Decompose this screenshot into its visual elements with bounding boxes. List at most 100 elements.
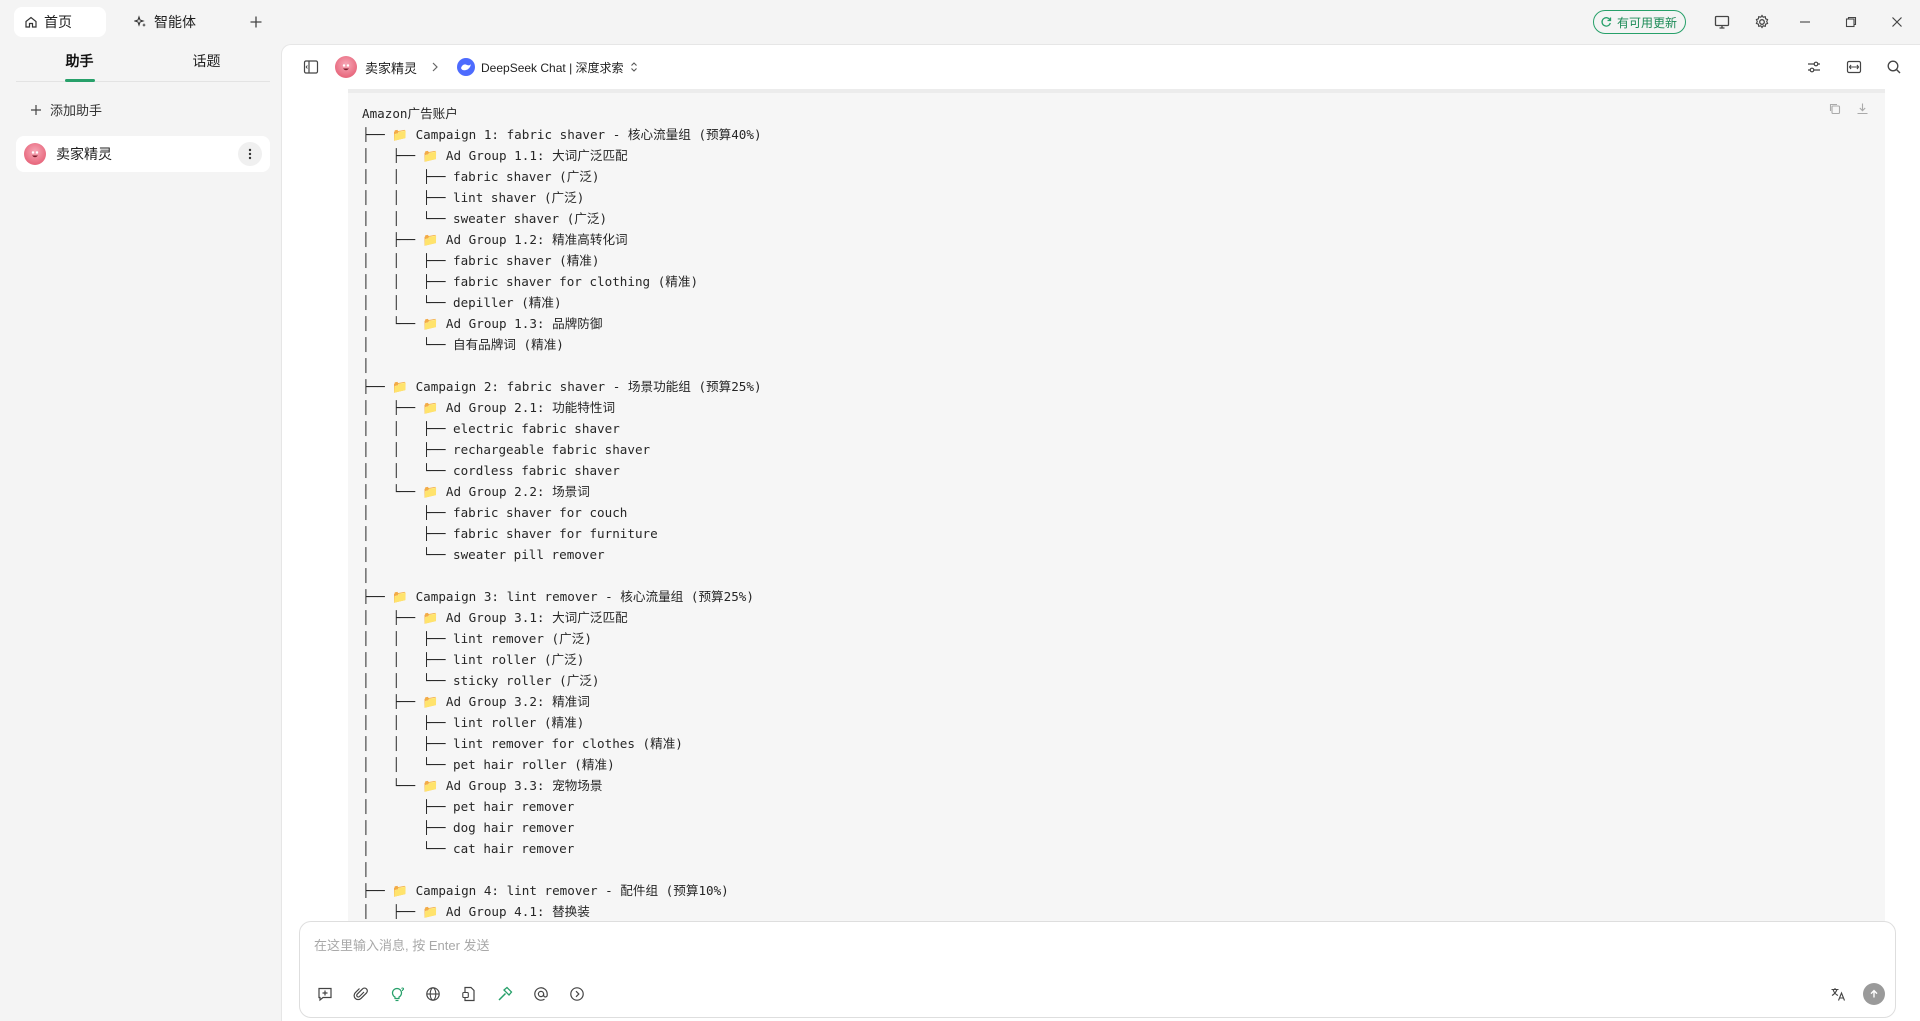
code-line: │ ├── 📁 Ad Group 2.1: 功能特性词 [362, 400, 616, 415]
add-assistant-label: 添加助手 [50, 103, 103, 118]
restore-icon [1845, 16, 1857, 28]
model-selector[interactable]: DeepSeek Chat | 深度求索 [457, 58, 638, 76]
file-icon [461, 986, 477, 1002]
code-line: │ [362, 358, 370, 373]
message-input[interactable] [314, 938, 1874, 953]
code-line: │ ├── fabric shaver for couch [362, 505, 628, 520]
code-line: │ └── 自有品牌词 (精准) [362, 337, 564, 352]
code-line: ├── 📁 Campaign 2: fabric shaver - 场景功能组 … [362, 379, 762, 394]
new-topic-button[interactable] [310, 979, 340, 1009]
code-line: ├── 📁 Campaign 4: lint remover - 配件组 (预算… [362, 883, 729, 898]
gear-icon [1754, 14, 1770, 30]
code-line: │ │ └── sweater shaver (广泛) [362, 211, 608, 226]
code-line: │ │ ├── lint remover (广泛) [362, 631, 592, 646]
minimize-button[interactable] [1782, 0, 1828, 44]
code-line: ├── 📁 Campaign 1: fabric shaver - 核心流量组 … [362, 127, 762, 142]
code-line: │ ├── 📁 Ad Group 3.1: 大词广泛匹配 [362, 610, 628, 625]
code-line: │ ├── 📁 Ad Group 1.1: 大词广泛匹配 [362, 148, 628, 163]
code-line: │ │ ├── lint shaver (广泛) [362, 190, 585, 205]
assistant-title[interactable]: 卖家精灵 [365, 58, 417, 77]
expand-button[interactable] [1840, 53, 1868, 81]
tab-agents[interactable]: 智能体 [124, 7, 208, 37]
translate-icon [1830, 986, 1846, 1002]
code-line: │ └── cat hair remover [362, 841, 575, 856]
attach-button[interactable] [346, 979, 376, 1009]
assistant-name: 卖家精灵 [56, 146, 112, 162]
code-line: │ [362, 568, 370, 583]
avatar [24, 143, 46, 165]
monitor-icon [1714, 14, 1730, 30]
code-line: │ └── 📁 Ad Group 3.3: 宠物场景 [362, 778, 603, 793]
tab-assistants[interactable]: 助手 [16, 44, 143, 82]
code-line: │ ├── 📁 Ad Group 3.2: 精准词 [362, 694, 590, 709]
restore-button[interactable] [1828, 0, 1874, 44]
code-line: ├── 📁 Campaign 3: lint remover - 核心流量组 (… [362, 589, 754, 604]
tab-home[interactable]: 首页 [14, 7, 106, 37]
close-button[interactable] [1874, 0, 1920, 44]
toggle-sidebar-button[interactable] [297, 53, 325, 81]
paperclip-icon [353, 986, 369, 1002]
title-bar: 首页 智能体 有可用更新 [0, 0, 1920, 44]
chat-settings-button[interactable] [1800, 53, 1828, 81]
code-line: │ │ ├── fabric shaver (广泛) [362, 169, 600, 184]
chat-header: 卖家精灵 DeepSeek Chat | 深度求索 [282, 45, 1920, 89]
more-tools-button[interactable] [562, 979, 592, 1009]
new-tab-button[interactable] [242, 8, 270, 36]
monitor-button[interactable] [1702, 0, 1742, 44]
code-block-actions [1825, 99, 1871, 117]
more-vertical-icon [248, 148, 252, 160]
composer-toolbar [310, 979, 592, 1009]
globe-icon [425, 986, 441, 1002]
copy-code-button[interactable] [1825, 99, 1843, 117]
chevron-circle-right-icon [569, 986, 585, 1002]
reasoning-button[interactable] [382, 979, 412, 1009]
knowledge-base-button[interactable] [454, 979, 484, 1009]
code-line: │ ├── 📁 Ad Group 4.1: 替换装 [362, 904, 590, 919]
close-icon [1891, 16, 1903, 28]
assistant-item[interactable]: 卖家精灵 [16, 136, 270, 172]
web-search-button[interactable] [418, 979, 448, 1009]
expand-icon [1846, 59, 1862, 75]
download-icon [1853, 99, 1871, 117]
chevron-updown-icon [630, 61, 638, 73]
code-block: Amazon广告账户 ├── 📁 Campaign 1: fabric shave… [348, 89, 1885, 965]
code-line: │ │ └── depiller (精准) [362, 295, 562, 310]
mention-button[interactable] [526, 979, 556, 1009]
message-composer [299, 921, 1896, 1018]
copy-icon [1825, 99, 1843, 117]
code-line: │ └── 📁 Ad Group 1.3: 品牌防御 [362, 316, 603, 331]
tab-home-label: 首页 [44, 14, 72, 30]
download-code-button[interactable] [1853, 99, 1871, 117]
breadcrumb: 卖家精灵 [335, 56, 439, 78]
tab-agents-label: 智能体 [154, 14, 196, 30]
send-button[interactable] [1863, 983, 1885, 1005]
update-label: 有可用更新 [1616, 15, 1677, 30]
plus-icon [30, 104, 42, 116]
tab-topics[interactable]: 话题 [143, 44, 270, 81]
new-chat-icon [317, 986, 333, 1002]
mcp-tools-button[interactable] [490, 979, 520, 1009]
code-line: │ └── sweater pill remover [362, 547, 605, 562]
sidebar-tabs: 助手 话题 [16, 44, 270, 82]
code-line: │ │ ├── fabric shaver (精准) [362, 253, 600, 268]
search-icon [1886, 59, 1902, 75]
code-line: │ │ ├── electric fabric shaver [362, 421, 620, 436]
update-available-button[interactable]: 有可用更新 [1592, 10, 1686, 34]
code-line: │ ├── 📁 Ad Group 1.2: 精准高转化词 [362, 232, 628, 247]
code-line: │ ├── pet hair remover [362, 799, 575, 814]
code-line: │ │ ├── lint roller (广泛) [362, 652, 585, 667]
assistant-more-button[interactable] [238, 142, 262, 166]
chevron-right-icon [431, 62, 439, 72]
code-line: │ │ ├── lint remover for clothes (精准) [362, 736, 683, 751]
sliders-icon [1806, 59, 1822, 75]
plus-icon [249, 15, 263, 29]
code-line: │ [362, 862, 370, 877]
avatar [335, 56, 357, 78]
code-line: Amazon广告账户 [362, 106, 458, 121]
settings-button[interactable] [1742, 0, 1782, 44]
translate-button[interactable] [1823, 979, 1853, 1009]
code-line: │ └── 📁 Ad Group 2.2: 场景词 [362, 484, 590, 499]
search-button[interactable] [1880, 53, 1908, 81]
add-assistant-button[interactable]: 添加助手 [30, 100, 102, 119]
refresh-icon [1600, 16, 1612, 28]
